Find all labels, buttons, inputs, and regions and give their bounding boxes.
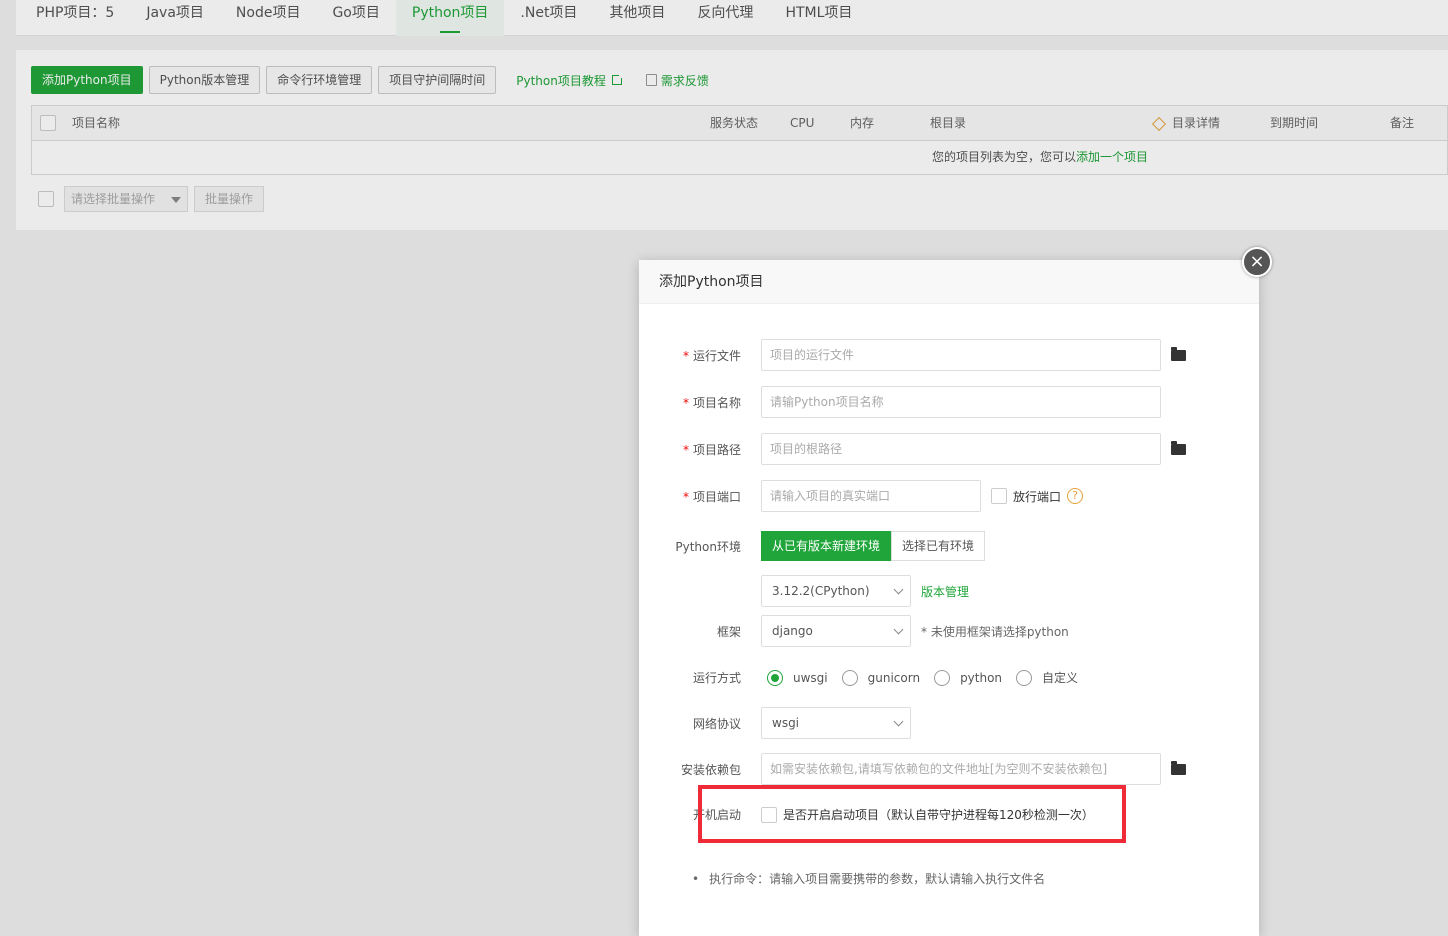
project-port-input[interactable]: 请输入项目的真实端口: [761, 480, 981, 512]
radio-icon: [1016, 669, 1033, 686]
project-name-input[interactable]: 请输Python项目名称: [761, 386, 1161, 418]
row-protocol: 网络协议 wsgi: [639, 707, 911, 739]
chevron-down-icon: [893, 624, 904, 635]
row-project-path: * 项目路径 项目的根路径: [639, 433, 1186, 465]
python-version-select[interactable]: 3.12.2(CPython): [761, 575, 911, 607]
project-path-input[interactable]: 项目的根路径: [761, 433, 1161, 465]
row-project-port: * 项目端口 请输入项目的真实端口 放行端口 ?: [639, 480, 1084, 512]
close-dialog-button[interactable]: ×: [1242, 247, 1272, 277]
radio-icon: [767, 669, 783, 686]
radio-icon: [934, 669, 951, 686]
run-mode-label: 运行方式: [692, 671, 741, 685]
help-icon[interactable]: ?: [1067, 488, 1084, 504]
row-python-version: 3.12.2(CPython) 版本管理: [639, 575, 969, 607]
env-new-button[interactable]: 从已有版本新建环境: [761, 531, 892, 561]
python-env-label: Python环境: [675, 539, 741, 554]
dependencies-label: 安装依赖包: [680, 762, 741, 777]
run-mode-gunicorn[interactable]: gunicorn: [841, 669, 920, 686]
row-run-file: * 运行文件 项目的运行文件: [639, 339, 1186, 371]
framework-label: 框架: [716, 624, 741, 639]
run-file-input[interactable]: 项目的运行文件: [761, 339, 1161, 371]
folder-icon[interactable]: [1171, 760, 1186, 775]
project-name-label: * 项目名称: [682, 395, 741, 410]
row-dependencies: 安装依赖包 如需安装依赖包,请填写依赖包的文件地址[为空则不安装依赖包]: [639, 753, 1186, 785]
row-run-mode: 运行方式 uwsgi gunicorn python 自定义: [639, 669, 1092, 686]
dependencies-input[interactable]: 如需安装依赖包,请填写依赖包的文件地址[为空则不安装依赖包]: [761, 753, 1161, 785]
framework-hint: * 未使用框架请选择python: [921, 624, 1069, 639]
run-mode-python[interactable]: python: [934, 669, 1002, 686]
protocol-label: 网络协议: [692, 716, 741, 731]
env-select-button[interactable]: 选择已有环境: [891, 531, 986, 561]
dialog-title: 添加Python项目: [639, 260, 1259, 304]
env-segment: 从已有版本新建环境 选择已有环境: [761, 531, 986, 561]
row-framework: 框架 django * 未使用框架请选择python: [639, 615, 1069, 647]
run-mode-uwsgi[interactable]: uwsgi: [767, 669, 828, 686]
chevron-down-icon: [893, 716, 904, 727]
row-python-env: Python环境 从已有版本新建环境 选择已有环境: [639, 531, 986, 561]
protocol-select[interactable]: wsgi: [761, 707, 911, 739]
radio-icon: [841, 669, 858, 686]
folder-icon[interactable]: [1171, 346, 1186, 361]
run-mode-custom[interactable]: 自定义: [1016, 669, 1078, 686]
run-file-label: * 运行文件: [682, 348, 741, 363]
command-note: 执行命令：请输入项目需要携带的参数，默认请输入执行文件名: [692, 870, 1045, 887]
project-path-label: * 项目路径: [682, 442, 741, 457]
version-manage-link[interactable]: 版本管理: [921, 583, 969, 600]
chevron-down-icon: [893, 584, 904, 595]
open-port-label: 放行端口: [1013, 489, 1062, 504]
open-port-checkbox[interactable]: [991, 488, 1007, 504]
framework-select[interactable]: django: [761, 615, 911, 647]
folder-icon[interactable]: [1171, 440, 1186, 455]
row-project-name: * 项目名称 请输Python项目名称: [639, 386, 1161, 418]
project-port-label: * 项目端口: [682, 489, 741, 504]
highlight-box: [698, 785, 1126, 843]
